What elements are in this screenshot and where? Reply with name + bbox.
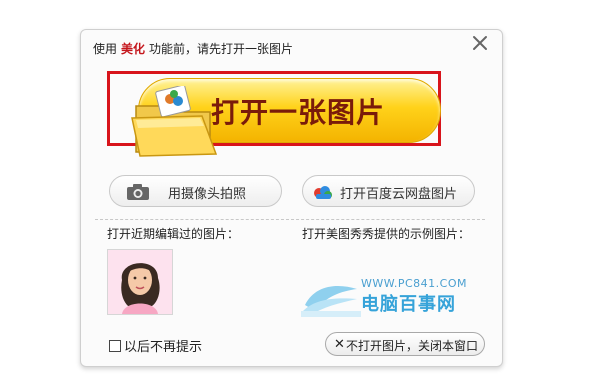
dialog-notice: 使用 美化 功能前，请先打开一张图片 bbox=[93, 40, 293, 57]
open-image-label: 打开一张图片 bbox=[211, 96, 386, 129]
baidu-cloud-button[interactable]: 打开百度云网盘图片 bbox=[302, 175, 475, 207]
baidu-cloud-icon bbox=[314, 186, 332, 199]
watermark-url: WWW.PC841.COM bbox=[361, 277, 467, 290]
notice-suffix: 功能前，请先打开一张图片 bbox=[149, 42, 294, 56]
section-divider bbox=[95, 219, 485, 220]
watermark-logo-icon bbox=[301, 286, 361, 317]
dont-show-again-label: 以后不再提示 bbox=[124, 340, 203, 355]
baidu-cloud-button-label: 打开百度云网盘图片 bbox=[340, 187, 458, 202]
sample-images-title: 打开美图秀秀提供的示例图片： bbox=[301, 227, 470, 241]
watermark-site-name: 电脑百事网 bbox=[361, 294, 456, 315]
open-image-dialog: 使用 美化 功能前，请先打开一张图片 打开一张图片 用摄像头拍照 打开百度云网盘… bbox=[80, 29, 503, 367]
close-x-icon: ✕ bbox=[334, 337, 345, 352]
notice-prefix: 使用 bbox=[93, 42, 118, 56]
site-watermark: WWW.PC841.COM 电脑百事网 bbox=[301, 277, 481, 319]
camera-button[interactable]: 用摄像头拍照 bbox=[109, 175, 282, 207]
checkbox-box[interactable] bbox=[109, 340, 121, 352]
close-window-button[interactable]: ✕ 不打开图片，关闭本窗口 bbox=[325, 332, 485, 356]
camera-button-label: 用摄像头拍照 bbox=[168, 187, 247, 202]
notice-accent: 美化 bbox=[121, 42, 146, 56]
portrait-thumbnail-image bbox=[108, 250, 172, 314]
folder-icon bbox=[131, 86, 218, 157]
camera-icon bbox=[127, 184, 149, 200]
dont-show-again-checkbox[interactable]: 以后不再提示 bbox=[109, 336, 202, 355]
recent-image-thumbnail[interactable] bbox=[107, 249, 173, 315]
open-image-highlight: 打开一张图片 bbox=[107, 71, 441, 157]
recent-images-title: 打开近期编辑过的图片： bbox=[107, 227, 240, 241]
close-icon[interactable] bbox=[472, 35, 488, 51]
close-window-label: 不打开图片，关闭本窗口 bbox=[346, 339, 479, 353]
